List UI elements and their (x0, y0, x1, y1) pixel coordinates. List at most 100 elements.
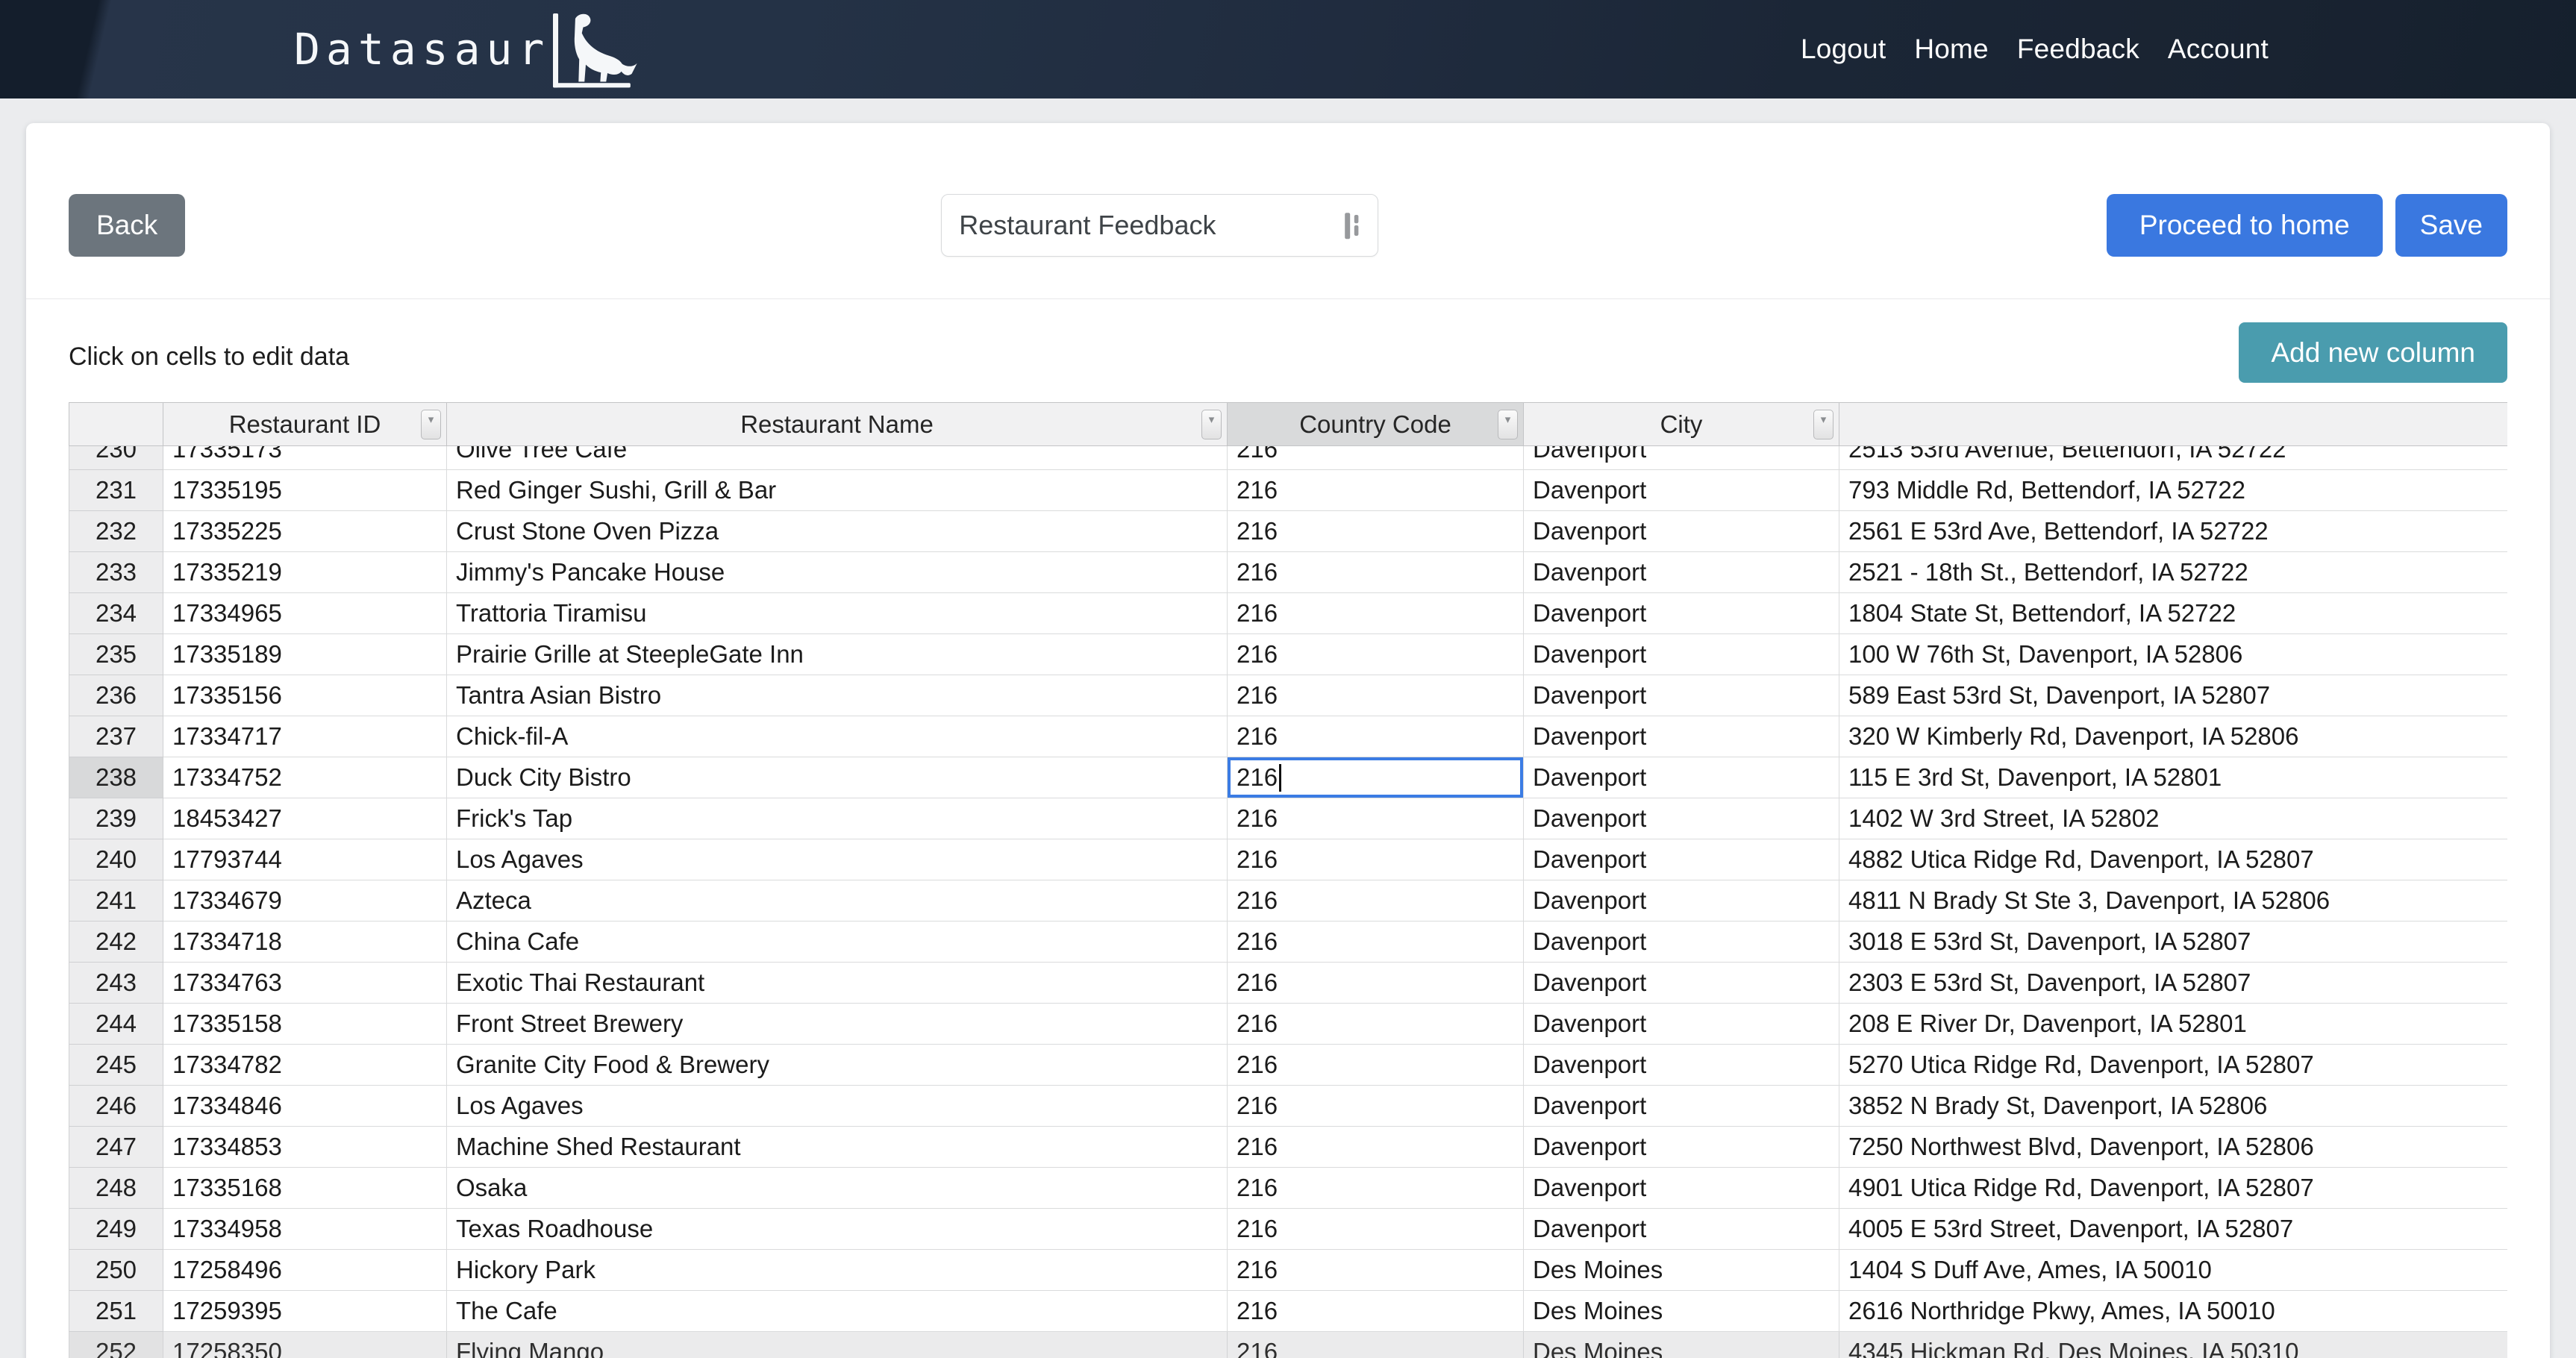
cell-restaurant-id[interactable]: 17334763 (163, 963, 447, 1004)
cell-country-code[interactable]: 216 (1228, 839, 1524, 880)
cell-country-code[interactable]: 216 (1228, 1332, 1524, 1358)
cell-restaurant-id[interactable]: 17334846 (163, 1086, 447, 1127)
cell-restaurant-name[interactable]: Osaka (447, 1168, 1228, 1209)
row-number[interactable]: 249 (69, 1209, 163, 1250)
cell-restaurant-name[interactable]: Exotic Thai Restaurant (447, 963, 1228, 1004)
row-number[interactable]: 231 (69, 470, 163, 511)
row-number[interactable]: 243 (69, 963, 163, 1004)
cell-city[interactable]: Davenport (1524, 470, 1839, 511)
cell-restaurant-id[interactable]: 17793744 (163, 839, 447, 880)
cell-country-code[interactable]: 216 (1228, 675, 1524, 716)
column-header[interactable]: Country Code ▾ (1228, 403, 1524, 446)
row-number[interactable]: 232 (69, 511, 163, 552)
cell-country-code[interactable]: 216 (1228, 593, 1524, 634)
cell-address[interactable]: 4901 Utica Ridge Rd, Davenport, IA 52807 (1839, 1168, 2508, 1209)
cell-restaurant-id[interactable]: 17334965 (163, 593, 447, 634)
filter-icon[interactable]: ▾ (421, 410, 441, 439)
row-number[interactable]: 242 (69, 922, 163, 963)
cell-city[interactable]: Des Moines (1524, 1332, 1839, 1358)
column-header[interactable]: City ▾ (1524, 403, 1839, 446)
row-number[interactable]: 246 (69, 1086, 163, 1127)
row-number[interactable]: 248 (69, 1168, 163, 1209)
row-number[interactable]: 244 (69, 1004, 163, 1045)
cell-address[interactable]: 100 W 76th St, Davenport, IA 52806 (1839, 634, 2508, 675)
cell-restaurant-name[interactable]: Front Street Brewery (447, 1004, 1228, 1045)
cell-restaurant-name[interactable]: Machine Shed Restaurant (447, 1127, 1228, 1168)
cell-city[interactable]: Davenport (1524, 963, 1839, 1004)
cell-city[interactable]: Davenport (1524, 593, 1839, 634)
cell-address[interactable]: 5270 Utica Ridge Rd, Davenport, IA 52807 (1839, 1045, 2508, 1086)
cell-restaurant-name[interactable]: Hickory Park (447, 1250, 1228, 1291)
cell-city[interactable]: Davenport (1524, 798, 1839, 839)
row-number[interactable]: 239 (69, 798, 163, 839)
cell-country-code[interactable]: 216 (1228, 880, 1524, 922)
row-number[interactable]: 236 (69, 675, 163, 716)
cell-country-code[interactable]: 216 (1228, 1086, 1524, 1127)
cell-restaurant-name[interactable]: Tantra Asian Bistro (447, 675, 1228, 716)
cell-city[interactable]: Davenport (1524, 634, 1839, 675)
cell-country-code[interactable]: 216 (1228, 470, 1524, 511)
cell-restaurant-name[interactable]: Flying Mango (447, 1332, 1228, 1358)
cell-country-code[interactable]: 216 (1228, 1168, 1524, 1209)
cell-address[interactable]: 1804 State St, Bettendorf, IA 52722 (1839, 593, 2508, 634)
row-number[interactable]: 238 (69, 757, 163, 798)
cell-address[interactable]: 3852 N Brady St, Davenport, IA 52806 (1839, 1086, 2508, 1127)
cell-restaurant-id[interactable]: 17335156 (163, 675, 447, 716)
cell-restaurant-id[interactable]: 17258496 (163, 1250, 447, 1291)
cell-city[interactable]: Davenport (1524, 1209, 1839, 1250)
cell-restaurant-id[interactable]: 17334679 (163, 880, 447, 922)
nav-link[interactable]: Feedback (2017, 34, 2139, 65)
cell-city[interactable]: Davenport (1524, 1127, 1839, 1168)
cell-address[interactable]: 589 East 53rd St, Davenport, IA 52807 (1839, 675, 2508, 716)
row-number[interactable]: 247 (69, 1127, 163, 1168)
cell-restaurant-id[interactable]: 17334752 (163, 757, 447, 798)
cell-country-code[interactable]: 216 (1228, 716, 1524, 757)
row-number[interactable]: 234 (69, 593, 163, 634)
cell-address[interactable]: 793 Middle Rd, Bettendorf, IA 52722 (1839, 470, 2508, 511)
cell-city[interactable]: Davenport (1524, 880, 1839, 922)
cell-restaurant-id[interactable]: 17334782 (163, 1045, 447, 1086)
cell-restaurant-name[interactable]: Duck City Bistro (447, 757, 1228, 798)
cell-country-code[interactable]: 216 (1228, 511, 1524, 552)
cell-city[interactable]: Des Moines (1524, 1291, 1839, 1332)
cell-restaurant-name[interactable]: Crust Stone Oven Pizza (447, 511, 1228, 552)
add-new-column-button[interactable]: Add new column (2239, 322, 2507, 383)
cell-country-code[interactable]: 216 (1228, 1004, 1524, 1045)
cell-address[interactable]: 2513 53rd Avenue, Bettendorf, IA 52722 (1839, 446, 2508, 470)
cell-address[interactable]: 4005 E 53rd Street, Davenport, IA 52807 (1839, 1209, 2508, 1250)
filter-icon[interactable]: ▾ (1498, 410, 1518, 439)
cell-country-code[interactable]: 216 (1228, 798, 1524, 839)
cell-address[interactable]: 2561 E 53rd Ave, Bettendorf, IA 52722 (1839, 511, 2508, 552)
cell-restaurant-name[interactable]: Olive Tree Cafe (447, 446, 1228, 470)
cell-city[interactable]: Davenport (1524, 922, 1839, 963)
cell-restaurant-name[interactable]: Trattoria Tiramisu (447, 593, 1228, 634)
column-header[interactable] (1839, 403, 2508, 446)
cell-restaurant-id[interactable]: 17259395 (163, 1291, 447, 1332)
cell-restaurant-id[interactable]: 17335189 (163, 634, 447, 675)
cell-city[interactable]: Davenport (1524, 1004, 1839, 1045)
cell-country-code[interactable]: 216 (1228, 552, 1524, 593)
cell-address[interactable]: 4811 N Brady St Ste 3, Davenport, IA 528… (1839, 880, 2508, 922)
row-number[interactable]: 233 (69, 552, 163, 593)
row-number[interactable]: 251 (69, 1291, 163, 1332)
cell-country-code[interactable]: 216 (1228, 446, 1524, 470)
cell-country-code[interactable]: 216 (1228, 963, 1524, 1004)
cell-address[interactable]: 1402 W 3rd Street, IA 52802 (1839, 798, 2508, 839)
cell-city[interactable]: Davenport (1524, 1168, 1839, 1209)
cell-address[interactable]: 320 W Kimberly Rd, Davenport, IA 52806 (1839, 716, 2508, 757)
nav-link[interactable]: Account (2168, 34, 2269, 65)
cell-restaurant-name[interactable]: Prairie Grille at SteepleGate Inn (447, 634, 1228, 675)
cell-address[interactable]: 2303 E 53rd St, Davenport, IA 52807 (1839, 963, 2508, 1004)
cell-restaurant-name[interactable]: Jimmy's Pancake House (447, 552, 1228, 593)
cell-restaurant-name[interactable]: Azteca (447, 880, 1228, 922)
cell-restaurant-name[interactable]: Los Agaves (447, 1086, 1228, 1127)
cell-restaurant-id[interactable]: 17335219 (163, 552, 447, 593)
brand-logo[interactable]: Datasaur (294, 0, 651, 98)
cell-restaurant-id[interactable]: 17334718 (163, 922, 447, 963)
row-number[interactable]: 237 (69, 716, 163, 757)
cell-country-code[interactable]: 216 (1228, 1291, 1524, 1332)
cell-restaurant-id[interactable]: 18453427 (163, 798, 447, 839)
row-number[interactable]: 241 (69, 880, 163, 922)
cell-address[interactable]: 2521 - 18th St., Bettendorf, IA 52722 (1839, 552, 2508, 593)
cell-country-code[interactable]: 216 (1228, 922, 1524, 963)
